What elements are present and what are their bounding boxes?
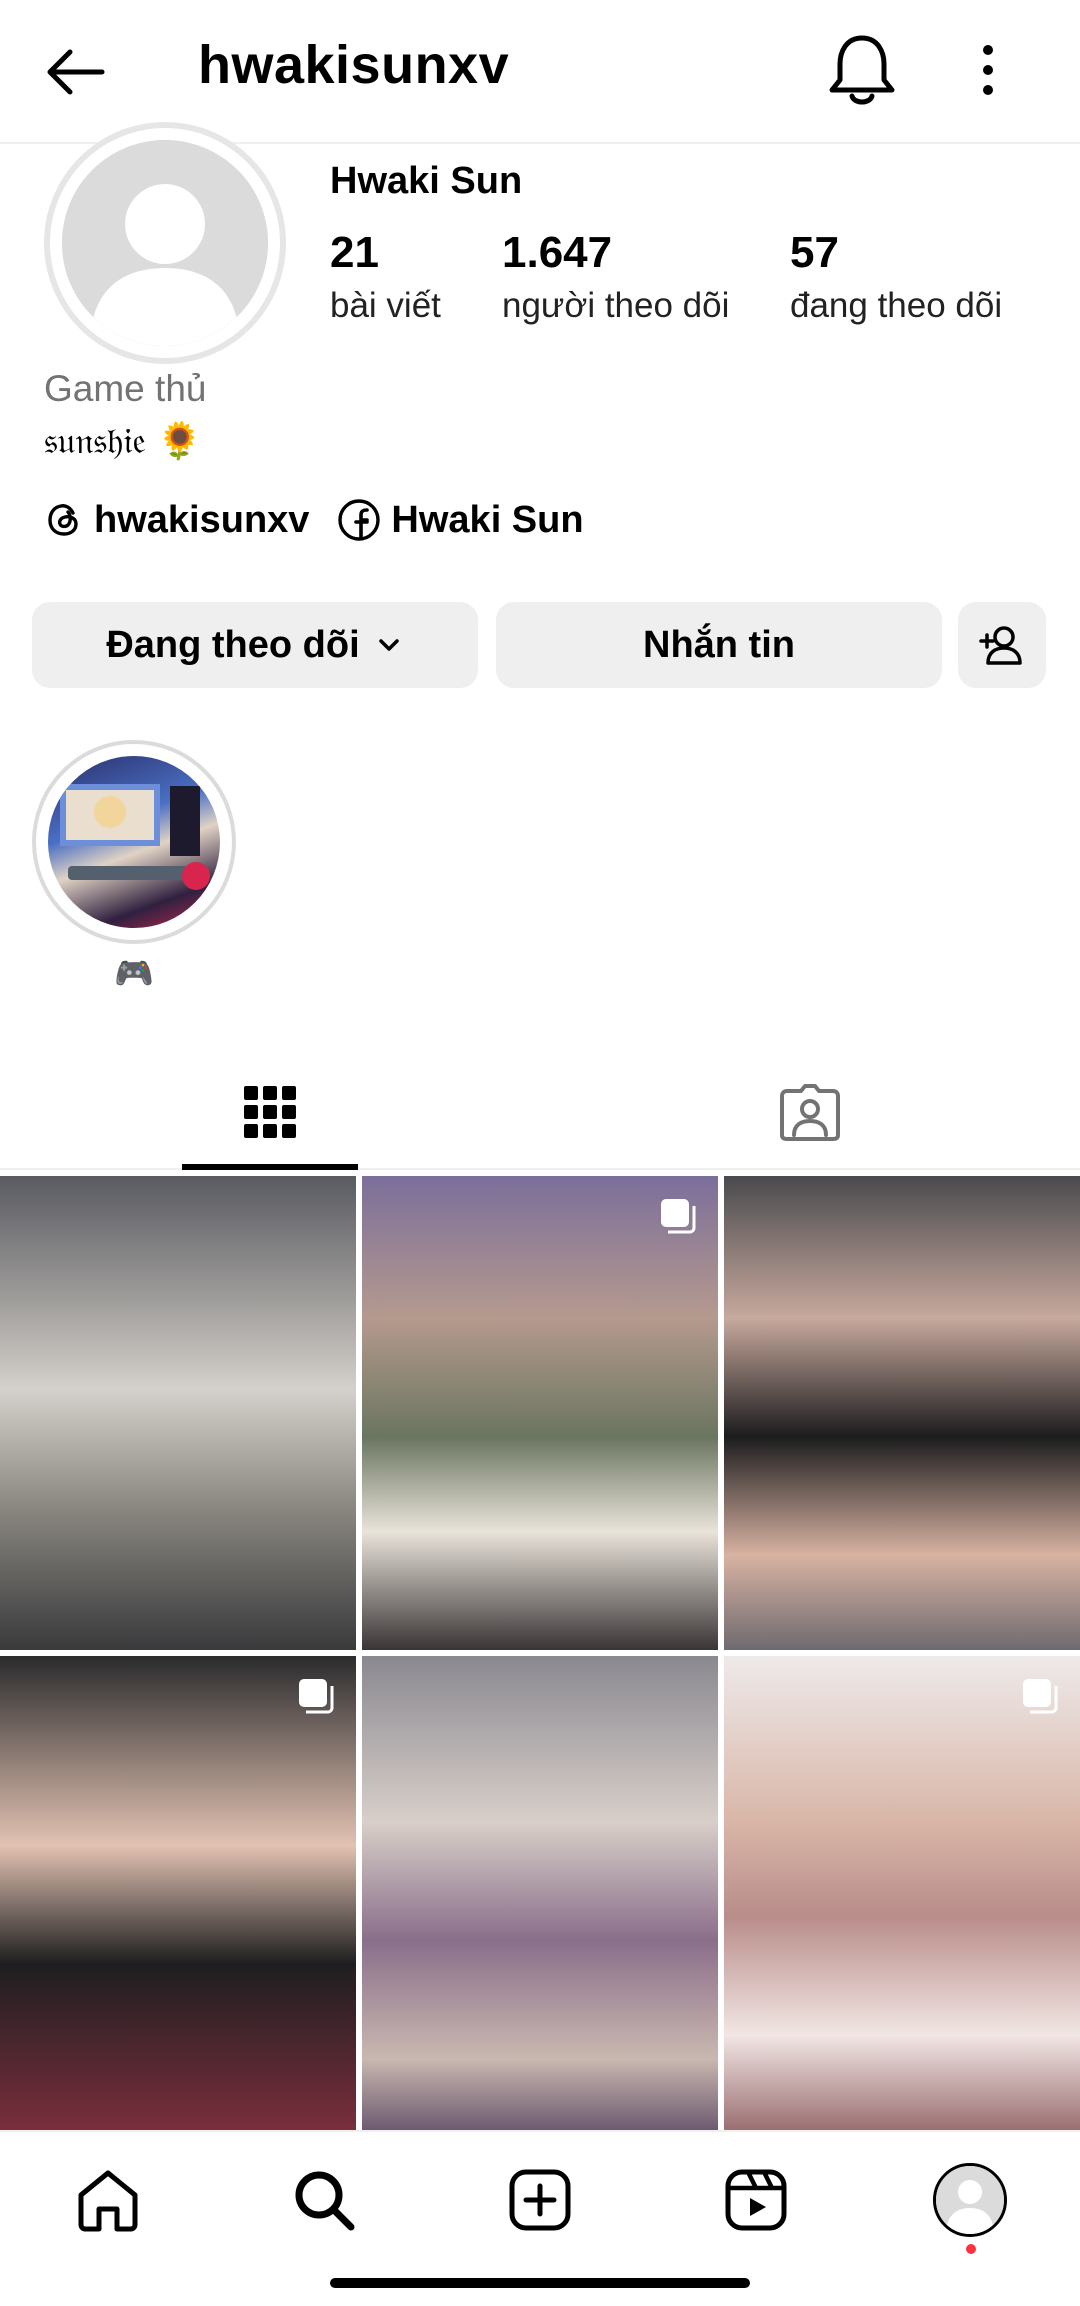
nav-search[interactable] <box>286 2162 362 2238</box>
post-thumbnail[interactable] <box>724 1656 1080 2130</box>
nav-profile-avatar <box>933 2163 1007 2237</box>
threads-icon <box>48 504 78 536</box>
bell-icon[interactable] <box>824 30 900 110</box>
stat-following[interactable]: 57 đang theo dõi <box>790 228 1002 326</box>
nav-create[interactable] <box>502 2162 578 2238</box>
profile-avatar[interactable] <box>62 140 268 346</box>
add-user-icon <box>979 626 1022 665</box>
profile-category: Game thủ <box>44 368 207 409</box>
tab-posts-grid[interactable] <box>0 1054 540 1170</box>
search-icon <box>295 2171 355 2231</box>
back-icon[interactable] <box>40 36 112 108</box>
facebook-name: Hwaki Sun <box>391 498 584 541</box>
stat-followers[interactable]: 1.647 người theo dõi <box>502 228 729 326</box>
profile-links: hwakisunxv Hwaki Sun <box>44 498 612 542</box>
profile-tabs <box>0 1054 1080 1170</box>
tagged-person-icon <box>780 1084 840 1141</box>
grid-icon <box>244 1086 296 1138</box>
home-icon <box>78 2170 138 2232</box>
plus-square-icon <box>509 2169 571 2231</box>
facebook-link[interactable]: Hwaki Sun <box>337 498 584 542</box>
highlight-label: 🎮 <box>114 955 154 991</box>
post-thumbnail[interactable] <box>362 1656 718 2130</box>
post-thumbnail[interactable] <box>0 1656 356 2130</box>
carousel-icon <box>1023 1679 1058 1714</box>
message-button[interactable]: Nhắn tin <box>496 602 942 688</box>
post-thumbnail[interactable] <box>362 1176 718 1650</box>
following-button-label: Đang theo dõi <box>106 623 360 666</box>
post-thumbnail[interactable] <box>724 1176 1080 1650</box>
stat-posts[interactable]: 21 bài viết <box>330 228 441 326</box>
threads-link[interactable]: hwakisunxv <box>44 499 309 542</box>
nav-reels[interactable] <box>718 2162 794 2238</box>
post-thumbnail[interactable] <box>0 1176 356 1650</box>
active-tab-indicator <box>182 1164 358 1170</box>
header-username: hwakisunxv <box>198 35 510 95</box>
carousel-icon <box>661 1199 696 1234</box>
stat-followers-value: 1.647 <box>502 228 613 277</box>
carousel-icon <box>299 1679 334 1714</box>
facebook-icon <box>338 499 381 541</box>
default-avatar-icon <box>936 2166 1004 2234</box>
tab-tagged[interactable] <box>540 1054 1080 1170</box>
display-name: Hwaki Sun <box>330 160 523 202</box>
chevron-down-icon <box>378 639 399 651</box>
notification-dot <box>966 2244 976 2254</box>
nav-home[interactable] <box>70 2162 146 2238</box>
message-button-label: Nhắn tin <box>643 623 795 666</box>
stat-posts-value: 21 <box>330 228 379 277</box>
default-avatar-icon <box>62 140 268 346</box>
following-button[interactable]: Đang theo dõi <box>32 602 478 688</box>
suggest-users-button[interactable] <box>958 602 1046 688</box>
stat-posts-label: bài viết <box>330 286 441 325</box>
stat-following-label: đang theo dõi <box>790 286 1003 325</box>
more-vertical-icon[interactable] <box>968 40 1008 100</box>
highlight-cover-image <box>60 784 210 890</box>
highlight-cover[interactable] <box>48 756 220 928</box>
stat-following-value: 57 <box>790 228 839 277</box>
nav-profile[interactable] <box>932 2162 1008 2238</box>
home-indicator <box>330 2278 750 2288</box>
profile-bio: 𝔰𝔲𝔫𝔰𝔥𝔦𝔢 🌻 <box>44 421 203 462</box>
reels-icon <box>725 2169 787 2231</box>
stat-followers-label: người theo dõi <box>502 286 730 325</box>
threads-username: hwakisunxv <box>94 498 310 541</box>
